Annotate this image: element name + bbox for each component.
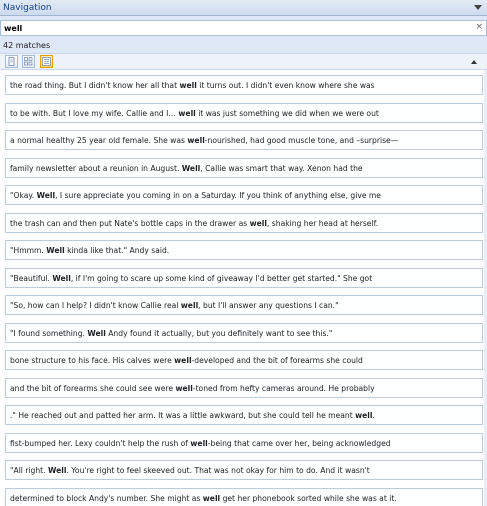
search-box[interactable]: × [0,20,487,36]
pane-options-dropdown-icon[interactable] [474,5,482,10]
results-view-icon [42,57,51,66]
search-input[interactable] [4,22,464,34]
result-item[interactable]: bone structure to his face. His calves w… [5,350,483,370]
result-item[interactable]: the road thing. But I didn't know her al… [5,75,483,95]
scroll-up-arrow-icon[interactable] [471,60,477,64]
result-item[interactable]: "So, how can I help? I didn't know Calli… [5,295,483,315]
result-item[interactable]: family newsletter about a reunion in Aug… [5,157,483,178]
result-item[interactable]: a normal healthy 25 year old female. She… [5,130,483,150]
result-item[interactable]: "Okay. Well, I sure appreciate you comin… [5,185,483,205]
thumbnails-view-icon [24,57,33,66]
match-count: 42 matches [3,41,51,50]
results-view-button[interactable] [40,55,53,68]
result-item[interactable]: and the bit of forearms she could see we… [5,377,483,398]
result-item[interactable]: ." He reached out and patted her arm. It… [5,405,483,425]
view-toolbar [0,53,487,70]
result-item[interactable]: "Hmmm. Well kinda like that." Andy said. [5,240,483,260]
result-item[interactable]: the trash can and then put Nate's bottle… [5,212,483,233]
search-results-list[interactable]: the road thing. But I didn't know her al… [0,70,487,506]
navigation-pane-header: Navigation [0,0,487,16]
result-item[interactable]: "Beautiful. Well, if I'm going to scare … [5,267,483,288]
result-item[interactable]: to be with. But I love my wife. Callie a… [5,102,483,123]
headings-view-button[interactable] [5,55,18,68]
headings-view-icon [8,57,15,66]
clear-search-icon[interactable]: × [475,22,483,32]
pane-title: Navigation [3,3,52,13]
result-item[interactable]: "All right. Well. You're right to feel s… [5,460,483,480]
result-item[interactable]: determined to block Andy's number. She m… [5,487,483,506]
result-item[interactable]: fist-bumped her. Lexy couldn't help the … [5,432,483,453]
thumbnails-view-button[interactable] [22,55,35,68]
result-item[interactable]: "I found something. Well Andy found it a… [5,322,483,343]
